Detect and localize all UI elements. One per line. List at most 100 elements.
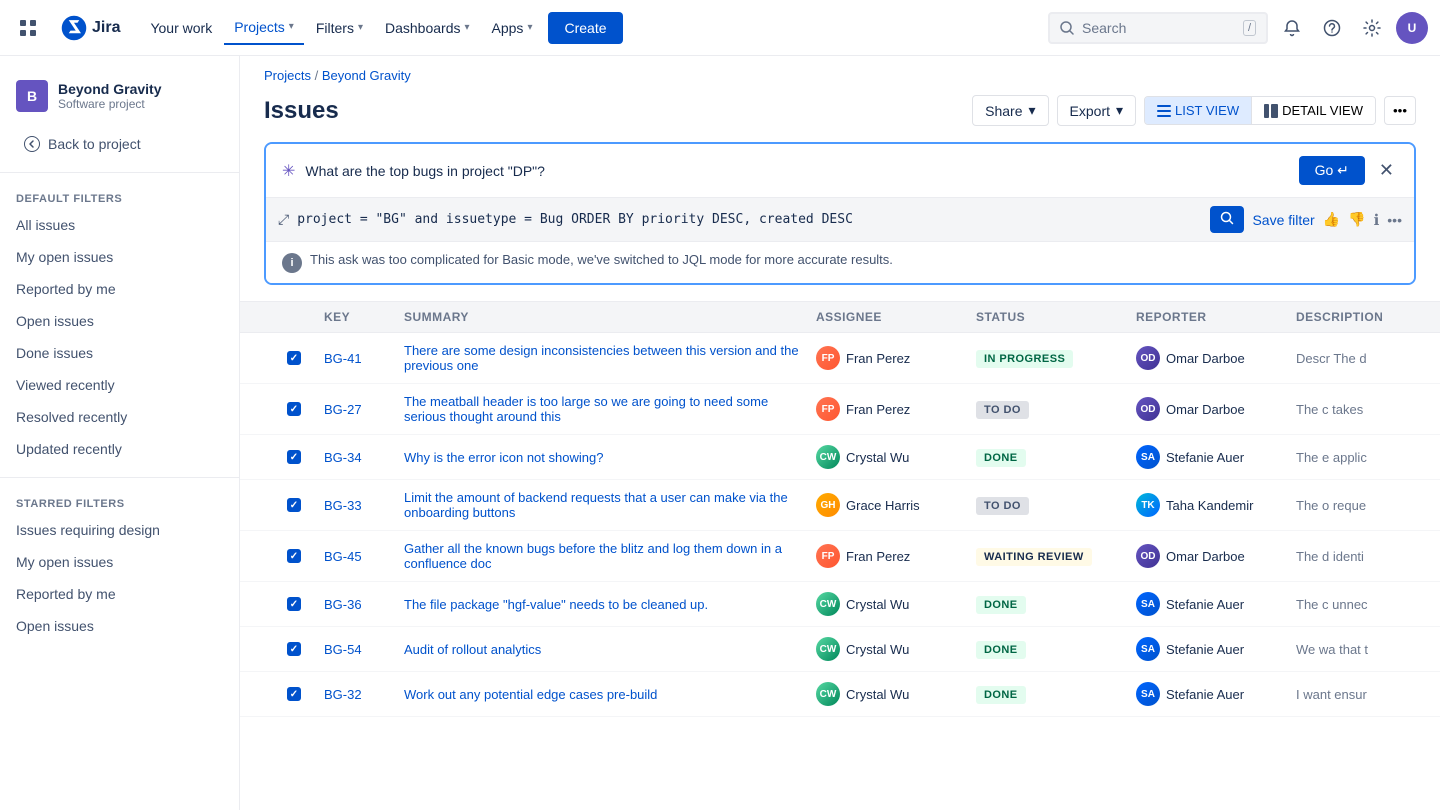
row-assignee: CW Crystal Wu: [816, 682, 976, 706]
info-icon[interactable]: ℹ: [1374, 211, 1380, 229]
sidebar-starred-2[interactable]: My open issues: [0, 546, 239, 578]
row-summary[interactable]: Audit of rollout analytics: [404, 642, 816, 657]
row-description: Descr The d: [1296, 351, 1416, 366]
reporter-avatar: OD: [1136, 544, 1160, 568]
more-jql-icon[interactable]: •••: [1387, 212, 1402, 228]
table-row[interactable]: ✓ BG-34 Why is the error icon not showin…: [240, 435, 1440, 480]
row-key[interactable]: BG-41: [324, 351, 404, 366]
sidebar-starred-1[interactable]: Issues requiring design: [0, 514, 239, 546]
status-badge: DONE: [976, 596, 1026, 614]
notifications-button[interactable]: [1276, 12, 1308, 44]
jql-input[interactable]: [297, 212, 1202, 227]
header-actions: Share ▾ Export ▾ LIST VIEW: [972, 95, 1416, 126]
status-badge: DONE: [976, 686, 1026, 704]
row-key[interactable]: BG-34: [324, 450, 404, 465]
sidebar-item-viewed-recently[interactable]: Viewed recently: [0, 369, 239, 401]
sidebar-item-all-issues[interactable]: All issues: [0, 209, 239, 241]
sidebar-item-open-issues[interactable]: Open issues: [0, 305, 239, 337]
row-description: The c unnec: [1296, 597, 1416, 612]
ai-go-button[interactable]: Go ↵: [1299, 156, 1365, 185]
row-summary[interactable]: Work out any potential edge cases pre-bu…: [404, 687, 816, 702]
row-key[interactable]: BG-54: [324, 642, 404, 657]
sidebar-item-done-issues[interactable]: Done issues: [0, 337, 239, 369]
sidebar-starred-3[interactable]: Reported by me: [0, 578, 239, 610]
thumbs-up-icon[interactable]: 👍: [1323, 211, 1340, 228]
starred-filters-label: STARRED FILTERS: [0, 490, 239, 514]
nav-your-work[interactable]: Your work: [140, 12, 222, 44]
row-key[interactable]: BG-33: [324, 498, 404, 513]
row-status: DONE: [976, 685, 1136, 704]
row-summary[interactable]: Gather all the known bugs before the bli…: [404, 541, 816, 571]
sidebar-item-resolved-recently[interactable]: Resolved recently: [0, 401, 239, 433]
export-button[interactable]: Export ▾: [1057, 95, 1137, 126]
ai-sparkle-icon: ✳: [282, 161, 295, 181]
settings-button[interactable]: [1356, 12, 1388, 44]
row-key[interactable]: BG-32: [324, 687, 404, 702]
row-key[interactable]: BG-45: [324, 549, 404, 564]
filters-chevron-icon: ▾: [358, 22, 363, 33]
breadcrumb: Projects / Beyond Gravity: [240, 56, 1440, 87]
row-summary[interactable]: Why is the error icon not showing?: [404, 450, 816, 465]
table-row[interactable]: ✓ BG-32 Work out any potential edge case…: [240, 672, 1440, 717]
back-to-project-button[interactable]: Back to project: [8, 128, 231, 160]
table-row[interactable]: ✓ BG-45 Gather all the known bugs before…: [240, 531, 1440, 582]
nav-filters[interactable]: Filters ▾: [306, 12, 373, 44]
more-options-button[interactable]: •••: [1384, 96, 1416, 125]
thumbs-down-icon[interactable]: 👎: [1348, 211, 1365, 228]
detail-view-button[interactable]: DETAIL VIEW: [1252, 97, 1375, 124]
row-reporter: SA Stefanie Auer: [1136, 682, 1296, 706]
table-row[interactable]: ✓ BG-36 The file package "hgf-value" nee…: [240, 582, 1440, 627]
nav-projects[interactable]: Projects ▾: [224, 11, 304, 45]
row-checkbox[interactable]: ✓: [287, 642, 301, 656]
breadcrumb-projects[interactable]: Projects: [264, 68, 311, 83]
sidebar-item-reported-by-me[interactable]: Reported by me: [0, 273, 239, 305]
row-checkbox[interactable]: ✓: [287, 351, 301, 365]
table-header: Key Summary Assignee Status Reporter Des…: [240, 301, 1440, 333]
sidebar-item-my-open-issues[interactable]: My open issues: [0, 241, 239, 273]
row-summary[interactable]: The file package "hgf-value" needs to be…: [404, 597, 816, 612]
row-status: DONE: [976, 448, 1136, 467]
assignee-avatar: CW: [816, 445, 840, 469]
nav-apps[interactable]: Apps ▾: [482, 12, 543, 44]
row-summary[interactable]: The meatball header is too large so we a…: [404, 394, 816, 424]
jql-expand-icon[interactable]: ⤢: [278, 211, 289, 228]
jira-logo[interactable]: Jira: [52, 14, 128, 42]
row-checkbox[interactable]: ✓: [287, 402, 301, 416]
reporter-name: Omar Darboe: [1166, 549, 1245, 564]
row-checkbox[interactable]: ✓: [287, 450, 301, 464]
row-type-cell: ✓: [264, 450, 324, 464]
user-avatar[interactable]: U: [1396, 12, 1428, 44]
row-status: DONE: [976, 595, 1136, 614]
sidebar-item-updated-recently[interactable]: Updated recently: [0, 433, 239, 465]
info-circle-icon: i: [282, 253, 302, 273]
ai-close-button[interactable]: ✕: [1375, 156, 1398, 185]
row-checkbox[interactable]: ✓: [287, 549, 301, 563]
save-filter-link[interactable]: Save filter: [1252, 212, 1314, 228]
nav-dashboards[interactable]: Dashboards ▾: [375, 12, 480, 44]
row-description: The o reque: [1296, 498, 1416, 513]
table-row[interactable]: ✓ BG-54 Audit of rollout analytics CW Cr…: [240, 627, 1440, 672]
row-summary[interactable]: There are some design inconsistencies be…: [404, 343, 816, 373]
row-checkbox[interactable]: ✓: [287, 597, 301, 611]
global-search[interactable]: Search /: [1048, 12, 1268, 44]
row-checkbox[interactable]: ✓: [287, 498, 301, 512]
table-row[interactable]: ✓ BG-27 The meatball header is too large…: [240, 384, 1440, 435]
help-button[interactable]: [1316, 12, 1348, 44]
row-checkbox[interactable]: ✓: [287, 687, 301, 701]
table-row[interactable]: ✓ BG-33 Limit the amount of backend requ…: [240, 480, 1440, 531]
jql-search-button[interactable]: [1210, 206, 1244, 233]
share-button[interactable]: Share ▾: [972, 95, 1048, 126]
table-row[interactable]: ✓ BG-41 There are some design inconsiste…: [240, 333, 1440, 384]
sidebar-starred-4[interactable]: Open issues: [0, 610, 239, 642]
reporter-avatar: SA: [1136, 637, 1160, 661]
list-view-button[interactable]: LIST VIEW: [1145, 97, 1251, 124]
row-summary[interactable]: Limit the amount of backend requests tha…: [404, 490, 816, 520]
row-key[interactable]: BG-27: [324, 402, 404, 417]
row-type-cell: ✓: [264, 351, 324, 365]
create-button[interactable]: Create: [548, 12, 622, 44]
row-key[interactable]: BG-36: [324, 597, 404, 612]
grid-menu-button[interactable]: [12, 12, 44, 44]
row-assignee: GH Grace Harris: [816, 493, 976, 517]
breadcrumb-project[interactable]: Beyond Gravity: [322, 68, 411, 83]
reporter-avatar: SA: [1136, 445, 1160, 469]
